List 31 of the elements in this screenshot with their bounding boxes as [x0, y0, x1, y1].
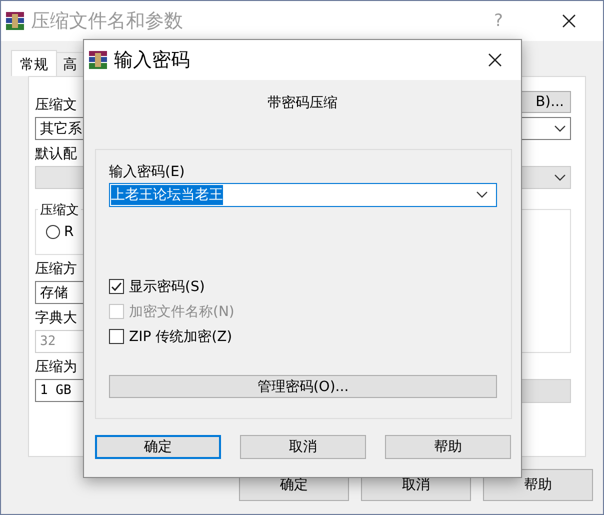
- dialog-button[interactable]: 取消: [240, 435, 366, 459]
- checkbox-label: 加密文件名称(N): [129, 302, 234, 320]
- checkbox[interactable]: [109, 329, 124, 344]
- field-label: 输入密码(E): [109, 163, 186, 181]
- field-label: 字典大: [35, 310, 77, 326]
- stacked-books-icon: [88, 50, 108, 70]
- checkbox[interactable]: [109, 279, 124, 294]
- stacked-books-icon: [5, 11, 25, 31]
- field-label: 默认配: [35, 146, 77, 162]
- tab[interactable]: 常规: [11, 50, 57, 76]
- group-title: 压缩文: [38, 201, 81, 219]
- radio-label: R: [64, 224, 74, 240]
- field-label: 压缩文: [35, 97, 77, 113]
- dialog-button[interactable]: 确定: [95, 435, 221, 459]
- close-icon[interactable]: [487, 52, 503, 68]
- close-icon[interactable]: [561, 13, 577, 29]
- caret-icon: [554, 174, 566, 182]
- checkbox-label: 显示密码(S): [129, 278, 205, 296]
- caret-icon: [554, 124, 566, 132]
- dialog-button[interactable]: 帮助: [483, 469, 593, 501]
- manage-passwords-button[interactable]: 管理密码(O)...: [109, 375, 497, 398]
- password-field[interactable]: 上老王论坛当老王: [109, 183, 497, 207]
- checkbox-label: ZIP 传统加密(Z): [129, 328, 232, 346]
- field-label: 压缩方: [35, 261, 77, 277]
- dialog-button[interactable]: 帮助: [385, 435, 511, 459]
- caret-icon: [476, 191, 488, 199]
- window-title: 压缩文件名和参数: [31, 9, 184, 34]
- radio-button[interactable]: [46, 225, 60, 239]
- dialog-title: 输入密码: [114, 48, 191, 73]
- field-label: 压缩为: [35, 359, 77, 375]
- dialog-heading: 带密码压缩: [266, 94, 338, 112]
